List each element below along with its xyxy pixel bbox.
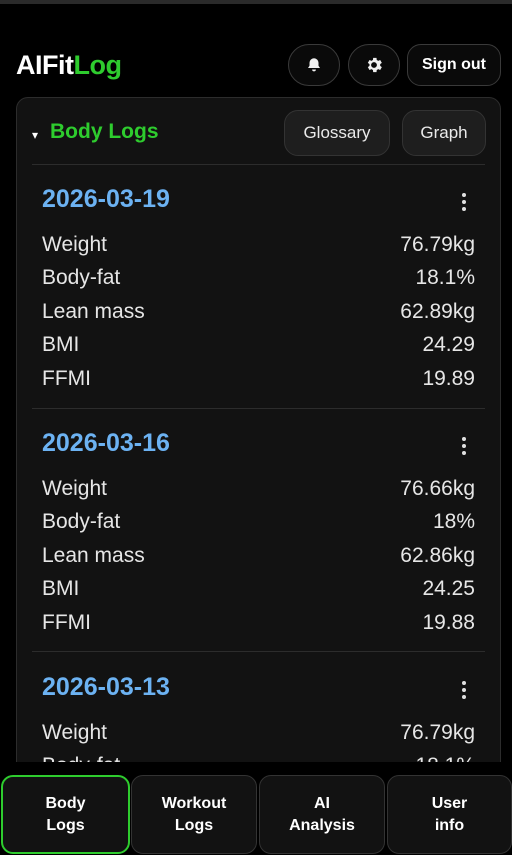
entry-date: 2026-03-16 <box>42 429 170 457</box>
log-entry: 2026-03-16 Weight 76.66kg Body-fat 18% Lea… <box>32 429 485 649</box>
metric-row: Lean mass 62.86kg <box>42 544 475 574</box>
metric-value: 18% <box>432 510 475 533</box>
metric-value: 76.79kg <box>400 233 475 256</box>
metric-value: 19.89 <box>422 367 475 390</box>
nav-user-info[interactable]: User info <box>387 775 512 854</box>
metric-row: BMI 24.29 <box>42 333 475 363</box>
more-vertical-icon[interactable] <box>461 193 467 215</box>
metric-row: Weight 76.79kg <box>42 721 475 751</box>
nav-label: Logs <box>46 816 85 834</box>
metric-row: FFMI 19.88 <box>42 611 475 641</box>
divider <box>32 164 485 165</box>
metric-label: Weight <box>42 233 107 256</box>
metric-row: FFMI 19.89 <box>42 367 475 397</box>
more-vertical-icon[interactable] <box>461 437 467 459</box>
settings-button[interactable] <box>348 44 400 86</box>
divider <box>32 408 485 409</box>
log-entry: 2026-03-19 Weight 76.79kg Body-fat 18.1% L… <box>32 185 485 405</box>
metric-value: 19.88 <box>422 611 475 634</box>
entry-date: 2026-03-13 <box>42 673 170 701</box>
metric-label: Body-fat <box>42 510 121 533</box>
body-logs-section-header: ▾ Body Logs Glossary Graph <box>16 110 486 160</box>
brand-part-2: Log <box>73 50 122 80</box>
metric-row: Body-fat 18.1% <box>42 266 475 296</box>
metric-label: BMI <box>42 577 80 600</box>
metric-row: Weight 76.66kg <box>42 477 475 507</box>
metric-label: Lean mass <box>42 544 145 567</box>
nav-label: info <box>434 816 465 834</box>
graph-button[interactable]: Graph <box>402 110 486 156</box>
brand-part-1: AIFit <box>16 50 74 80</box>
metric-label: Body-fat <box>42 266 121 289</box>
metric-label: FFMI <box>42 367 91 390</box>
metric-value: 24.29 <box>422 333 475 356</box>
gear-icon <box>367 57 382 73</box>
sign-out-button[interactable]: Sign out <box>407 44 501 86</box>
nav-ai-analysis[interactable]: AI Analysis <box>259 775 385 854</box>
metric-row: BMI 24.25 <box>42 577 475 607</box>
nav-label: AI <box>314 794 330 812</box>
divider <box>32 651 485 652</box>
metric-label: BMI <box>42 333 80 356</box>
metric-row: Body-fat 18% <box>42 510 475 540</box>
metric-label: Lean mass <box>42 300 145 323</box>
nav-label: Logs <box>174 816 214 834</box>
notifications-button[interactable] <box>288 44 340 86</box>
metric-value: 62.86kg <box>400 544 475 567</box>
bell-icon <box>308 58 320 72</box>
nav-workout-logs[interactable]: Workout Logs <box>131 775 257 854</box>
metric-value: 24.25 <box>422 577 475 600</box>
metric-label: Weight <box>42 721 107 744</box>
nav-label: User <box>431 794 468 812</box>
nav-body-logs[interactable]: Body Logs <box>1 775 130 854</box>
entry-date: 2026-03-19 <box>42 185 170 213</box>
brand-logo[interactable]: AIFitLog <box>16 50 122 81</box>
metric-label: FFMI <box>42 611 91 634</box>
metric-row: Lean mass 62.89kg <box>42 300 475 330</box>
nav-label: Workout <box>161 794 227 812</box>
nav-label: Body <box>45 794 86 812</box>
nav-label: Analysis <box>289 816 355 834</box>
metric-value: 62.89kg <box>400 300 475 323</box>
metric-row: Weight 76.79kg <box>42 233 475 263</box>
metric-value: 18.1% <box>415 266 475 289</box>
more-vertical-icon[interactable] <box>461 681 467 703</box>
metric-value: 76.66kg <box>400 477 475 500</box>
metric-value: 76.79kg <box>400 721 475 744</box>
caret-down-icon[interactable]: ▾ <box>32 128 38 142</box>
metric-label: Weight <box>42 477 107 500</box>
section-title[interactable]: Body Logs <box>50 120 159 144</box>
glossary-button[interactable]: Glossary <box>284 110 390 156</box>
log-entry: 2026-03-13 Weight76.79kg Body-fat18.1% <box>32 673 485 773</box>
